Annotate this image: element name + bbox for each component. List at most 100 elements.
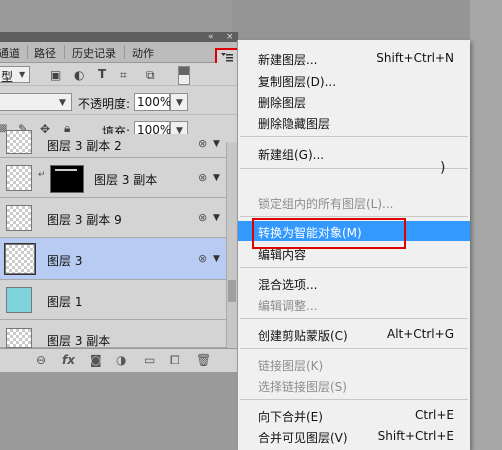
menu-item-label: 删除图层 — [258, 96, 307, 110]
mask-thumbnail — [50, 165, 84, 193]
layer-thumbnail — [6, 287, 32, 313]
trash-icon[interactable]: 🗑︎ — [196, 353, 211, 367]
panel-menu-icon — [221, 52, 233, 61]
chevron-down-icon[interactable]: ▼ — [213, 139, 220, 149]
pixel-filter-icon[interactable]: ▣ — [50, 68, 61, 82]
layer-row[interactable]: 图层 3 副本 9 ⊗ ▼ — [0, 198, 226, 238]
menu-item-label: 向下合并(E) — [258, 410, 323, 424]
menu-item-label: 新建组(G)... — [258, 148, 325, 162]
menu-separator — [240, 168, 468, 169]
adjustment-layer-icon[interactable]: ◑ — [116, 353, 126, 367]
link-icon: ⊗ — [198, 211, 208, 224]
layer-row[interactable]: ↵ 图层 3 副本 ⊗ ▼ — [0, 158, 226, 198]
type-filter-icon[interactable]: T — [98, 67, 106, 81]
adjustment-filter-icon[interactable]: ◐ — [74, 68, 84, 82]
chevron-down-icon[interactable]: ▼ — [213, 254, 220, 264]
filter-row: 型 ▼ ▣ ◐ T ⌗ ⧉ — [0, 63, 238, 86]
highlight-box — [252, 218, 406, 249]
decorative-curve: ) — [440, 160, 446, 176]
close-icon[interactable]: × — [226, 32, 234, 42]
layer-name: 图层 1 — [47, 295, 83, 309]
blend-mode-select[interactable]: ▼ — [0, 93, 72, 111]
layer-name: 图层 3 副本 — [47, 334, 111, 348]
menu-item-merge-down[interactable]: 向下合并(E) Ctrl+E — [238, 405, 470, 425]
layer-thumbnail — [6, 328, 32, 348]
layer-name: 图层 3 副本 — [94, 173, 158, 187]
menu-item-label: 混合选项... — [258, 278, 318, 292]
link-icon: ⊗ — [198, 171, 208, 184]
chevron-down-icon: ▼ — [59, 98, 66, 108]
filter-toggle[interactable] — [178, 66, 190, 85]
chevron-down-icon: ▼ — [19, 70, 26, 79]
menu-item-merge-visible[interactable]: 合并可见图层(V) Shift+Ctrl+E — [238, 426, 470, 446]
menu-item-new-layer[interactable]: 新建图层... Shift+Ctrl+N — [238, 48, 470, 68]
opacity-input[interactable]: 100% — [134, 93, 172, 111]
canvas-area — [232, 0, 472, 40]
new-layer-icon[interactable]: ⧠ — [170, 353, 180, 368]
layer-name: 图层 3 副本 9 — [47, 213, 122, 227]
menu-item-delete-hidden-layers[interactable]: 删除隐藏图层 — [238, 112, 470, 132]
menu-item-label: 编辑调整... — [258, 299, 318, 313]
menu-item-link-layers: 链接图层(K) — [238, 354, 470, 374]
canvas-area-right — [470, 0, 502, 450]
menu-item-label: 合并可见图层(V) — [258, 431, 348, 445]
menu-item-label: 新建图层... — [258, 53, 318, 67]
fx-icon[interactable]: fx — [62, 353, 75, 367]
collapse-icon[interactable]: « — [208, 32, 214, 42]
menu-item-delete-layer[interactable]: 删除图层 — [238, 91, 470, 111]
opacity-label: 不透明度: — [78, 97, 131, 111]
menu-separator — [240, 348, 468, 349]
layer-row[interactable]: 图层 1 — [0, 280, 226, 320]
layer-row-selected[interactable]: 图层 3 ⊗ ▼ — [0, 238, 226, 280]
layers-panel: « × 通道 路径 历史记录 动作 型 ▼ ▣ ◐ T ⌗ ⧉ ▼ 不透明度: … — [0, 32, 239, 372]
menu-separator — [240, 399, 468, 400]
chevron-down-icon: ▼ — [176, 98, 183, 108]
menu-item-lock-all-layers: 锁定组内的所有图层(L)... — [238, 192, 470, 212]
scrollbar-thumb[interactable] — [228, 280, 236, 302]
opacity-value: 100% — [137, 95, 172, 109]
link-icon: ⊗ — [198, 252, 208, 265]
menu-item-label: 选择链接图层(S) — [258, 380, 347, 394]
layer-thumbnail — [6, 165, 32, 191]
layer-thumbnail — [6, 130, 32, 154]
layer-name: 图层 3 — [47, 254, 83, 268]
filter-kind-value: 型 — [1, 70, 14, 84]
filter-kind-select[interactable]: 型 ▼ — [0, 66, 30, 84]
menu-item-create-clipping-mask[interactable]: 创建剪贴蒙版(C) Alt+Ctrl+G — [238, 324, 470, 344]
menu-item-blending-options[interactable]: 混合选项... — [238, 273, 470, 293]
menu-separator — [240, 318, 468, 319]
layer-row[interactable]: 图层 3 副本 2 ⊗ ▼ — [0, 130, 226, 158]
menu-item-label: 链接图层(K) — [258, 359, 324, 373]
tab-channels[interactable]: 通道 — [0, 45, 20, 61]
tab-divider — [27, 45, 28, 59]
menu-item-shortcut: Shift+Ctrl+E — [377, 429, 454, 443]
menu-item-shortcut: Ctrl+E — [415, 408, 454, 422]
link-layers-icon[interactable]: ⊖ — [36, 353, 46, 367]
smart-object-filter-icon[interactable]: ⧉ — [146, 68, 155, 82]
tab-history[interactable]: 历史记录 — [72, 45, 116, 61]
menu-separator — [240, 136, 468, 137]
menu-item-label: 创建剪贴蒙版(C) — [258, 329, 348, 343]
chevron-down-icon[interactable]: ▼ — [213, 173, 220, 183]
tab-divider — [64, 45, 65, 59]
lock-icon[interactable]: 🔒︎ — [64, 121, 70, 135]
menu-item-duplicate-layer[interactable]: 复制图层(D)... — [238, 70, 470, 90]
clip-icon: ↵ — [38, 170, 46, 180]
menu-item-shortcut: Alt+Ctrl+G — [386, 327, 454, 341]
tab-paths[interactable]: 路径 — [34, 45, 56, 61]
opacity-dropdown[interactable]: ▼ — [170, 93, 188, 111]
menu-item-label: 复制图层(D)... — [258, 75, 337, 89]
shape-filter-icon[interactable]: ⌗ — [120, 68, 127, 82]
tab-actions[interactable]: 动作 — [132, 45, 154, 61]
menu-separator — [240, 216, 468, 217]
menu-item-shortcut: Shift+Ctrl+N — [376, 51, 454, 65]
add-mask-icon[interactable]: ◙ — [90, 353, 102, 367]
layer-name: 图层 3 副本 2 — [47, 139, 122, 153]
menu-item-new-group[interactable]: 新建组(G)... — [238, 143, 470, 163]
layers-bottom-toolbar: ⊖ fx ◙ ◑ ▭ ⧠ 🗑︎ — [0, 348, 238, 372]
link-icon: ⊗ — [198, 137, 208, 150]
new-group-icon[interactable]: ▭ — [144, 353, 155, 367]
blend-row: ▼ 不透明度: 100% ▼ — [0, 90, 238, 115]
layer-row[interactable]: 图层 3 副本 — [0, 320, 226, 348]
chevron-down-icon[interactable]: ▼ — [213, 213, 220, 223]
